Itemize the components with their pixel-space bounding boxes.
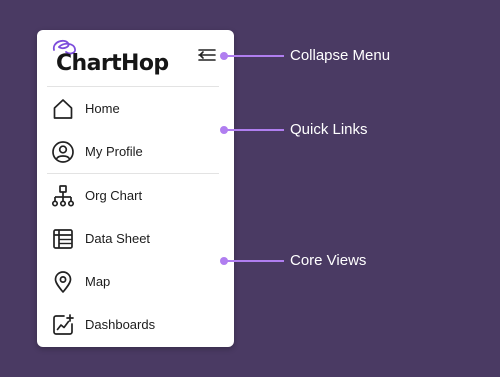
nav-item-label: Map (85, 274, 111, 289)
callout-core-views: Core Views (220, 251, 420, 271)
nav-item-my-profile[interactable]: My Profile (37, 134, 234, 170)
nav-item-label: Dashboards (85, 317, 156, 332)
callout-label: Collapse Menu (290, 47, 391, 64)
callout-line (226, 129, 284, 131)
org-chart-icon (51, 185, 75, 207)
table-icon (53, 229, 73, 249)
callout-quick-links: Quick Links (220, 120, 420, 140)
callout-line (226, 260, 284, 262)
callout-label: Core Views (290, 252, 367, 269)
brand-name: ChartHop (56, 51, 169, 76)
callout-line (226, 55, 284, 57)
nav-item-label: Data Sheet (85, 231, 151, 246)
nav-item-label: My Profile (85, 144, 143, 159)
nav-item-dashboards[interactable]: Dashboards (37, 307, 234, 343)
collapse-menu-icon (198, 49, 216, 61)
charthop-logo[interactable]: ChartHop (50, 38, 180, 78)
nav-item-map[interactable]: Map (37, 264, 234, 300)
callout-label: Quick Links (290, 121, 368, 138)
nav-item-label: Home (85, 101, 120, 116)
divider (47, 86, 219, 87)
nav-item-org-chart[interactable]: Org Chart (37, 178, 234, 214)
nav-item-home[interactable]: Home (37, 91, 234, 127)
map-pin-icon (54, 271, 72, 293)
collapse-menu-button[interactable] (197, 46, 217, 64)
divider (47, 173, 219, 174)
chart-line-icon (53, 314, 74, 335)
home-icon (53, 99, 73, 119)
nav-item-label: Org Chart (85, 188, 143, 203)
callout-collapse-menu: Collapse Menu (220, 46, 420, 66)
nav-item-data-sheet[interactable]: Data Sheet (37, 221, 234, 257)
sidebar-panel: ChartHop Home My Profile Org Chart Data … (37, 30, 234, 347)
user-circle-icon (52, 141, 74, 163)
